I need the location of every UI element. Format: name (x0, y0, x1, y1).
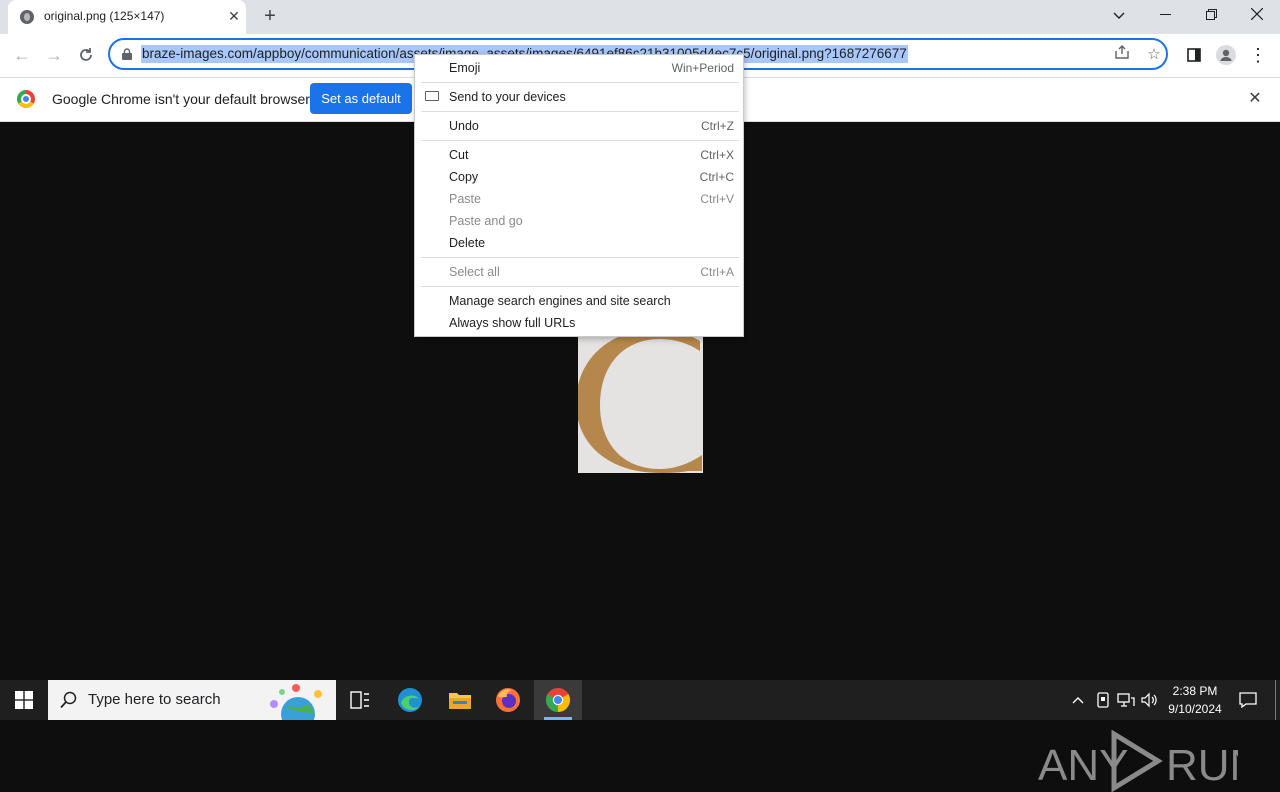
menu-separator (421, 111, 739, 112)
profile-avatar-icon[interactable] (1212, 41, 1240, 69)
notifications-icon[interactable] (1236, 690, 1260, 710)
infobar-message: Google Chrome isn't your default browser (52, 91, 310, 107)
tab-title: original.png (125×147) (44, 9, 165, 23)
menu-item-undo[interactable]: Undo Ctrl+Z (415, 115, 743, 137)
menu-item-shortcut: Ctrl+Z (701, 119, 734, 133)
chrome-icon (545, 688, 571, 712)
search-highlight-globe-icon (270, 684, 322, 720)
taskbar: Type here to search 2:38 PM 9/10/2024 (0, 680, 1280, 720)
anyrun-watermark-logo: ANY RUN (1038, 730, 1238, 792)
address-bar-context-menu: Emoji Win+Period Send to your devices Un… (414, 54, 744, 337)
menu-item-label: Select all (449, 265, 500, 279)
devices-icon (425, 91, 439, 101)
forward-button[interactable]: → (40, 41, 68, 69)
menu-item-emoji[interactable]: Emoji Win+Period (415, 57, 743, 79)
edge-browser-icon[interactable] (390, 685, 430, 715)
restore-button[interactable] (1188, 0, 1234, 30)
menu-item-copy[interactable]: Copy Ctrl+C (415, 166, 743, 188)
menu-item-label: Send to your devices (449, 90, 566, 104)
windows-start-button[interactable] (0, 680, 48, 720)
tab-search-chevron-down-icon[interactable] (1096, 0, 1142, 30)
menu-separator (421, 257, 739, 258)
menu-separator (421, 286, 739, 287)
menu-item-shortcut: Ctrl+A (700, 265, 734, 279)
menu-item-label: Paste and go (449, 214, 523, 228)
show-desktop-button[interactable] (1275, 680, 1276, 720)
clock-time[interactable]: 2:38 PM (1160, 684, 1230, 698)
menu-item-shortcut: Ctrl+X (700, 148, 734, 162)
tab-active[interactable]: original.png (125×147) ✕ (8, 0, 246, 34)
menu-item-shortcut: Ctrl+V (700, 192, 734, 206)
firefox-icon[interactable] (488, 685, 528, 715)
file-explorer-icon[interactable] (440, 685, 480, 715)
tab-close-button[interactable]: ✕ (224, 6, 244, 26)
search-icon (60, 691, 77, 709)
menu-item-manage-search-engines[interactable]: Manage search engines and site search (415, 290, 743, 312)
menu-item-label: Delete (449, 236, 486, 250)
menu-item-label: Emoji (449, 61, 481, 75)
side-panel-icon[interactable] (1180, 41, 1208, 69)
menu-separator (421, 140, 739, 141)
watermark-right-text: RUN (1166, 741, 1238, 790)
volume-icon[interactable] (1140, 690, 1160, 710)
infobar-close-icon[interactable]: ✕ (1244, 88, 1266, 110)
set-as-default-button[interactable]: Set as default (310, 83, 412, 114)
tab-strip: original.png (125×147) ✕ + (0, 0, 1280, 34)
letter-c-graphic (578, 337, 702, 473)
search-placeholder: Type here to search (88, 691, 221, 708)
network-icon[interactable] (1116, 690, 1136, 710)
menu-item-select-all: Select all Ctrl+A (415, 261, 743, 283)
menu-item-cut[interactable]: Cut Ctrl+X (415, 144, 743, 166)
lock-icon[interactable] (122, 48, 132, 60)
minimize-button[interactable] (1142, 0, 1188, 30)
menu-item-delete[interactable]: Delete (415, 232, 743, 254)
chrome-taskbar-button[interactable] (534, 680, 582, 720)
menu-kebab-icon[interactable]: ⋮ (1244, 41, 1272, 69)
menu-item-always-show-full-urls[interactable]: Always show full URLs (415, 312, 743, 334)
globe-icon (20, 10, 34, 24)
device-icon[interactable] (1094, 690, 1112, 710)
reload-button[interactable] (72, 41, 100, 69)
show-hidden-icons-chevron-up-icon[interactable] (1068, 690, 1088, 710)
menu-item-label: Cut (449, 148, 469, 162)
taskbar-search-box[interactable]: Type here to search (48, 680, 336, 720)
menu-item-shortcut: Win+Period (671, 61, 734, 75)
menu-item-send-to-devices[interactable]: Send to your devices (415, 86, 743, 108)
menu-item-label: Undo (449, 119, 479, 133)
menu-item-shortcut: Ctrl+C (699, 170, 734, 184)
close-window-button[interactable] (1234, 0, 1280, 30)
bookmark-star-icon[interactable]: ☆ (1144, 45, 1164, 65)
menu-item-label: Paste (449, 192, 481, 206)
menu-item-paste-and-go: Paste and go (415, 210, 743, 232)
task-view-icon[interactable] (340, 685, 380, 715)
back-button[interactable]: ← (8, 41, 36, 69)
menu-item-paste: Paste Ctrl+V (415, 188, 743, 210)
new-tab-button[interactable]: + (258, 6, 282, 28)
clock-date[interactable]: 9/10/2024 (1160, 702, 1230, 716)
chrome-logo-icon (17, 90, 35, 108)
displayed-image[interactable] (578, 337, 703, 473)
menu-item-label: Copy (449, 170, 479, 184)
menu-item-label: Always show full URLs (449, 316, 576, 330)
share-icon[interactable] (1112, 45, 1132, 65)
menu-item-label: Manage search engines and site search (449, 294, 671, 308)
menu-separator (421, 82, 739, 83)
